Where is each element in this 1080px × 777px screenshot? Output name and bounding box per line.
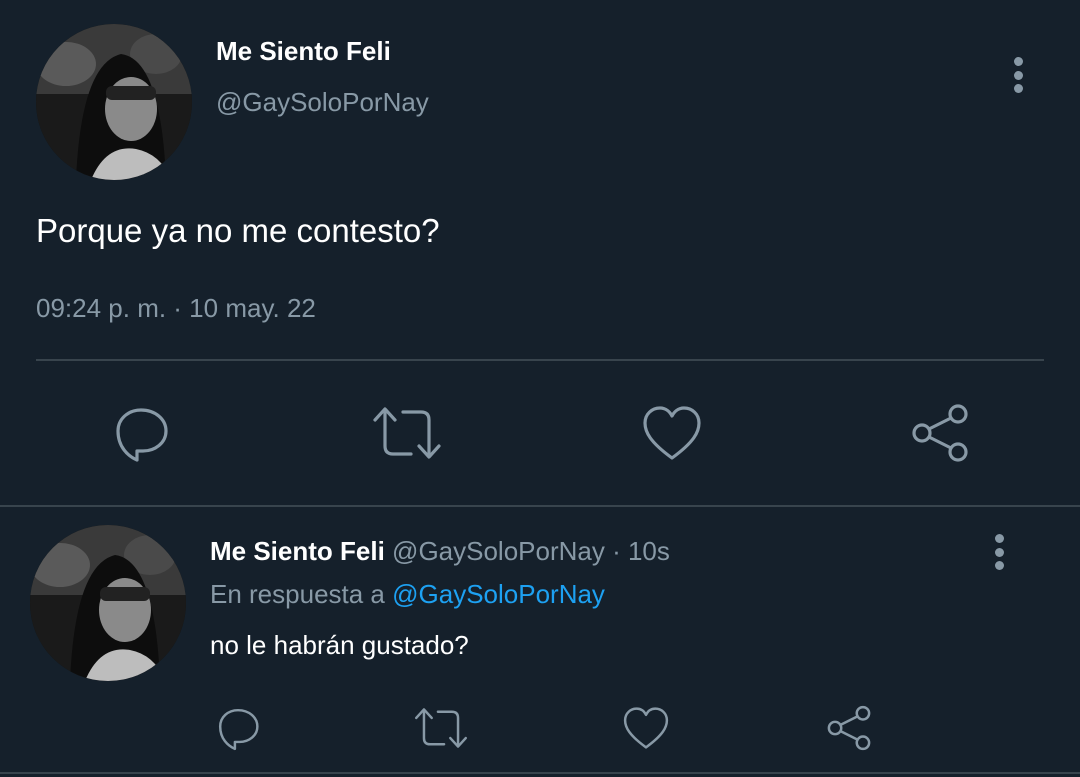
dot: [994, 561, 1004, 570]
bottom-divider: [0, 772, 1080, 774]
replying-to-line: En respuesta a @GaySoloPorNay: [210, 579, 605, 610]
author-name[interactable]: Me Siento Feli: [216, 36, 391, 67]
dot: [1013, 84, 1023, 93]
divider: [36, 359, 1044, 361]
like-icon[interactable]: [640, 402, 704, 464]
reply-icon[interactable]: [110, 402, 172, 464]
retweet-icon[interactable]: [371, 402, 443, 464]
dot: [1013, 70, 1023, 80]
dot: [994, 534, 1004, 543]
reply-like-icon[interactable]: [621, 704, 671, 752]
share-icon[interactable]: [908, 402, 972, 464]
reply-text: no le habrán gustado?: [210, 630, 469, 660]
author-handle[interactable]: @GaySoloPorNay: [216, 87, 429, 118]
section-divider: [0, 505, 1080, 507]
reply-author-avatar[interactable]: [30, 525, 186, 681]
author-avatar[interactable]: [36, 24, 192, 180]
replying-to-prefix: En respuesta a: [210, 579, 385, 609]
dot: [994, 547, 1004, 557]
tweet-timestamp[interactable]: 09:24 p. m. · 10 may. 22: [36, 293, 316, 324]
reply-header: Me Siento Feli @GaySoloPorNay · 10s: [210, 536, 670, 567]
dot: [1013, 57, 1023, 66]
reply-author-handle[interactable]: @GaySoloPorNay: [392, 536, 605, 566]
replying-to-link[interactable]: @GaySoloPorNay: [392, 579, 605, 609]
reply-more-options-icon[interactable]: [993, 534, 1005, 570]
more-options-icon[interactable]: [1012, 57, 1024, 93]
reply-share-icon[interactable]: [824, 704, 874, 752]
reply-reply-icon[interactable]: [214, 704, 262, 752]
reply-author-name[interactable]: Me Siento Feli: [210, 536, 385, 566]
reply-time[interactable]: · 10s: [612, 536, 670, 566]
tweet-text: Porque ya no me contesto?: [36, 212, 440, 249]
reply-retweet-icon[interactable]: [413, 704, 469, 752]
